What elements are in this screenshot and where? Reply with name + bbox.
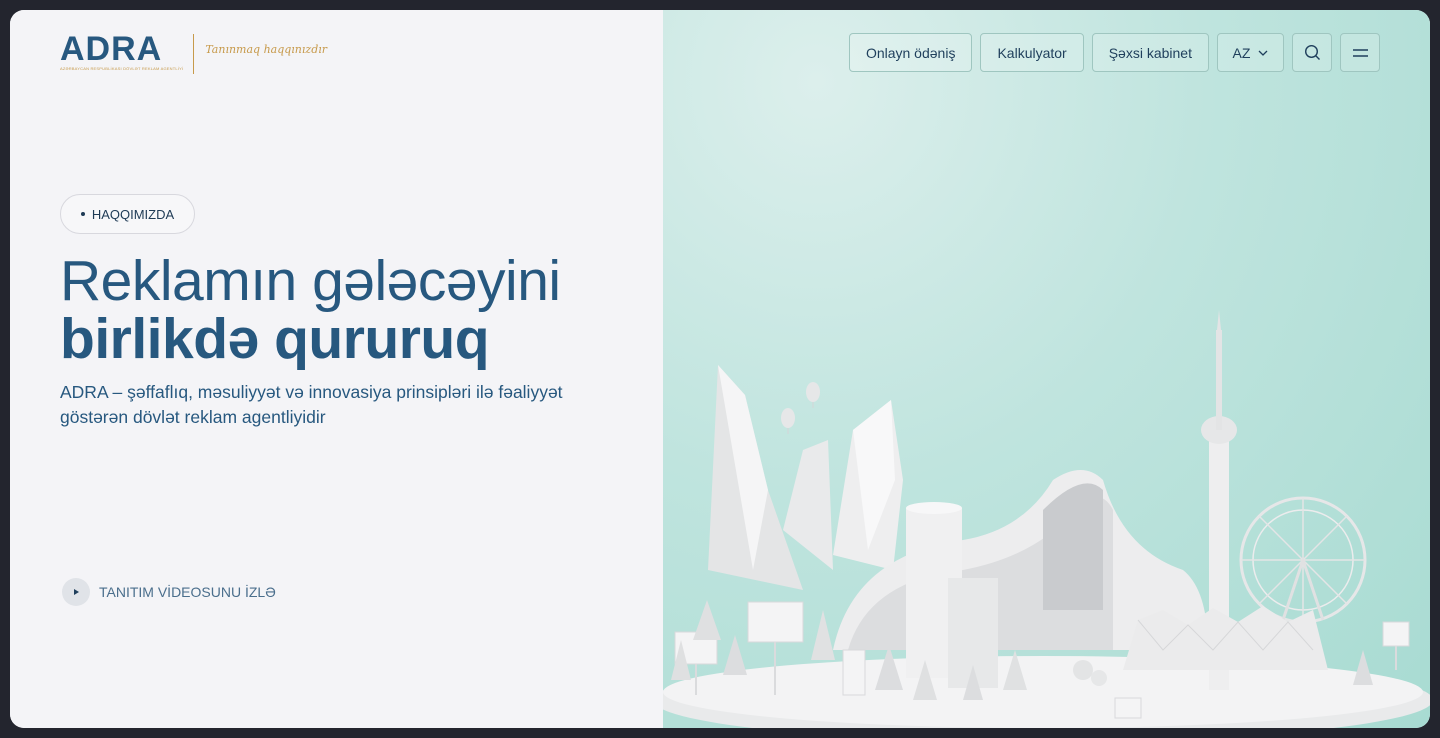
play-icon[interactable]: [62, 578, 90, 606]
language-label: AZ: [1232, 44, 1251, 61]
logo-text: ADRA: [60, 30, 163, 68]
about-badge-label: HAQQIMIZDA: [91, 206, 175, 222]
logo[interactable]: ADRA AZƏRBAYCAN RESPUBLİKASI DÖVLƏT REKL…: [60, 30, 328, 74]
logo-divider: [193, 34, 195, 74]
search-icon: [1304, 44, 1320, 60]
logo-slogan: Tanınmaq haqqınızdır: [205, 43, 328, 56]
language-select[interactable]: AZ: [1217, 33, 1284, 72]
hero-title-line2: birlikdə qururuq: [60, 307, 490, 371]
badge-dot-icon: [80, 212, 85, 216]
chevron-down-icon: [1258, 50, 1268, 56]
hero-image-panel: Onlayn ödəniş Kalkulyator Şəxsi kabinet …: [663, 10, 1430, 728]
hero-left-panel: ADRA AZƏRBAYCAN RESPUBLİKASI DÖVLƏT REKL…: [10, 10, 663, 728]
baku-city-illustration: [663, 310, 1430, 728]
page-frame: ADRA AZƏRBAYCAN RESPUBLİKASI DÖVLƏT REKL…: [10, 10, 1430, 728]
personal-cabinet-button[interactable]: Şəxsi kabinet: [1091, 33, 1209, 72]
search-button[interactable]: [1292, 33, 1332, 72]
menu-button[interactable]: [1340, 33, 1380, 72]
menu-icon: [1352, 48, 1368, 57]
hero-description: ADRA – şəffaflıq, məsuliyyət və innovasi…: [60, 382, 563, 427]
online-payment-button[interactable]: Onlayn ödəniş: [848, 33, 973, 72]
calculator-button[interactable]: Kalkulyator: [980, 33, 1084, 72]
logo-mark: ADRA AZƏRBAYCAN RESPUBLİKASI DÖVLƏT REKL…: [60, 30, 184, 71]
logo-subtext: AZƏRBAYCAN RESPUBLİKASI DÖVLƏT REKLAM AG…: [60, 66, 184, 71]
hero-title-line1: Reklamın gələcəyini: [60, 249, 561, 313]
watch-video-link[interactable]: TANITIM VİDEOSUNU İZLƏ: [62, 578, 276, 606]
watch-video-label: TANITIM VİDEOSUNU İZLƏ: [99, 584, 276, 600]
top-nav: Onlayn ödəniş Kalkulyator Şəxsi kabinet …: [848, 33, 1380, 72]
about-badge[interactable]: HAQQIMIZDA: [60, 194, 195, 234]
